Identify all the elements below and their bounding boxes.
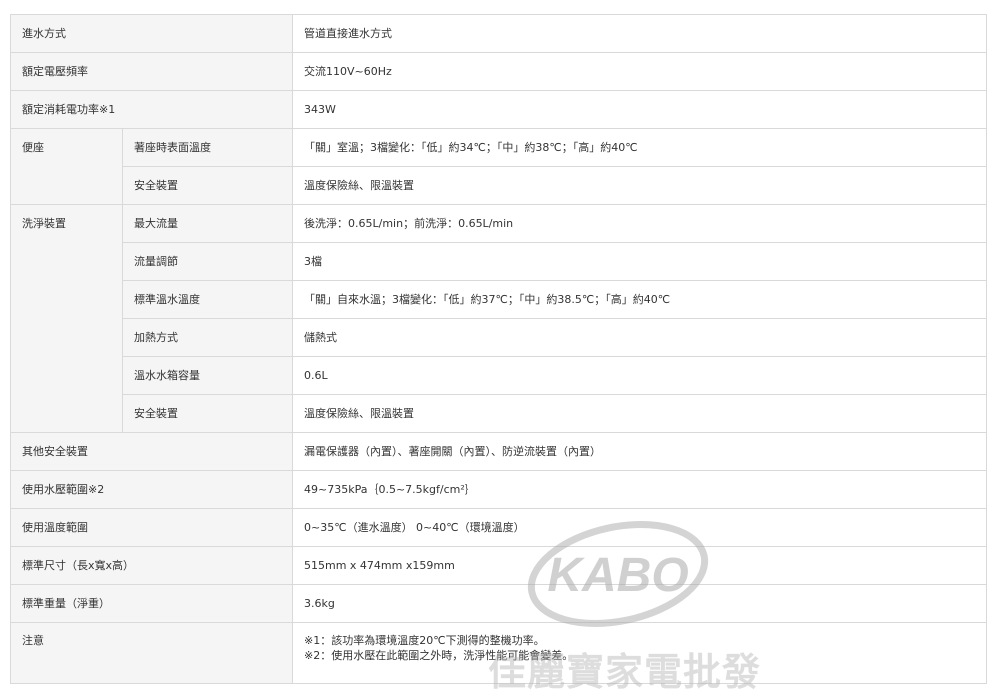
spec-label: 使用溫度範圍 (10, 508, 293, 547)
spec-label: 流量調節 (122, 242, 293, 281)
table-row: 注意 ※1：該功率為環境溫度20℃下測得的整機功率。 ※2：使用水壓在此範圍之外… (10, 622, 987, 684)
spec-group-label: 洗淨裝置 (10, 204, 123, 433)
table-row: 使用水壓範圍※2 49~735kPa｛0.5~7.5kgf/cm²｝ (10, 470, 987, 509)
spec-label: 標準重量（淨重） (10, 584, 293, 623)
spec-value: 0.6L (292, 356, 987, 395)
table-row: 標準尺寸（長x寬x高） 515mm x 474mm x159mm (10, 546, 987, 585)
spec-value: 515mm x 474mm x159mm (292, 546, 987, 585)
note-line: ※1：該功率為環境溫度20℃下測得的整機功率。 (304, 634, 545, 647)
spec-group-label: 便座 (10, 128, 123, 205)
spec-value: 管道直接進水方式 (292, 14, 987, 53)
table-row: 標準重量（淨重） 3.6kg (10, 584, 987, 623)
spec-label: 加熱方式 (122, 318, 293, 357)
table-row: 加熱方式 儲熱式 (11, 318, 987, 357)
table-row: 安全裝置 溫度保險絲、限溫裝置 (11, 166, 987, 205)
spec-label: 進水方式 (10, 14, 293, 53)
table-row: 額定電壓頻率 交流110V~60Hz (10, 52, 987, 91)
spec-label: 最大流量 (122, 204, 293, 243)
spec-label: 標準尺寸（長x寬x高） (10, 546, 293, 585)
spec-value: 3檔 (292, 242, 987, 281)
spec-value: 「關」室溫；3檔變化：「低」約34℃；「中」約38℃；「高」約40℃ (292, 128, 987, 167)
table-row: 安全裝置 溫度保險絲、限溫裝置 (11, 394, 987, 433)
table-row: 便座 著座時表面溫度 「關」室溫；3檔變化：「低」約34℃；「中」約38℃；「高… (10, 128, 987, 205)
table-row: 洗淨裝置 最大流量 後洗淨：0.65L/min；前洗淨：0.65L/min (10, 204, 987, 433)
spec-value: 0~35℃（進水溫度） 0~40℃（環境溫度） (292, 508, 987, 547)
spec-label: 安全裝置 (122, 166, 293, 205)
notes-cell: ※1：該功率為環境溫度20℃下測得的整機功率。 ※2：使用水壓在此範圍之外時，洗… (292, 622, 987, 684)
spec-label: 溫水水箱容量 (122, 356, 293, 395)
spec-label: 著座時表面溫度 (122, 128, 293, 167)
table-row: 進水方式 管道直接進水方式 (10, 14, 987, 53)
table-row: 溫水水箱容量 0.6L (11, 356, 987, 395)
spec-value: 儲熱式 (292, 318, 987, 357)
spec-label: 安全裝置 (122, 394, 293, 433)
spec-value: 漏電保護器（內置）、著座開關（內置）、防逆流裝置（內置） (292, 432, 987, 471)
spec-label: 其他安全裝置 (10, 432, 293, 471)
spec-value: 後洗淨：0.65L/min；前洗淨：0.65L/min (292, 204, 987, 243)
spec-value: 交流110V~60Hz (292, 52, 987, 91)
table-row: 其他安全裝置 漏電保護器（內置）、著座開關（內置）、防逆流裝置（內置） (10, 432, 987, 471)
table-row: 額定消耗電功率※1 343W (10, 90, 987, 129)
spec-value: 「關」自來水溫；3檔變化：「低」約37℃；「中」約38.5℃；「高」約40℃ (292, 280, 987, 319)
spec-value: 49~735kPa｛0.5~7.5kgf/cm²｝ (292, 470, 987, 509)
spec-label: 標準溫水溫度 (122, 280, 293, 319)
note-line: ※2：使用水壓在此範圍之外時，洗淨性能可能會變差。 (304, 649, 574, 662)
spec-value: 溫度保險絲、限溫裝置 (292, 166, 987, 205)
table-row: 流量調節 3檔 (11, 242, 987, 281)
spec-value: 343W (292, 90, 987, 129)
spec-label: 使用水壓範圍※2 (10, 470, 293, 509)
spec-label: 注意 (10, 622, 293, 684)
spec-label: 額定消耗電功率※1 (10, 90, 293, 129)
spec-label: 額定電壓頻率 (10, 52, 293, 91)
spec-value: 溫度保險絲、限溫裝置 (292, 394, 987, 433)
spec-table: 進水方式 管道直接進水方式 額定電壓頻率 交流110V~60Hz 額定消耗電功率… (10, 14, 987, 684)
spec-value: 3.6kg (292, 584, 987, 623)
table-row: 標準溫水溫度 「關」自來水溫；3檔變化：「低」約37℃；「中」約38.5℃；「高… (11, 280, 987, 319)
table-row: 使用溫度範圍 0~35℃（進水溫度） 0~40℃（環境溫度） (10, 508, 987, 547)
